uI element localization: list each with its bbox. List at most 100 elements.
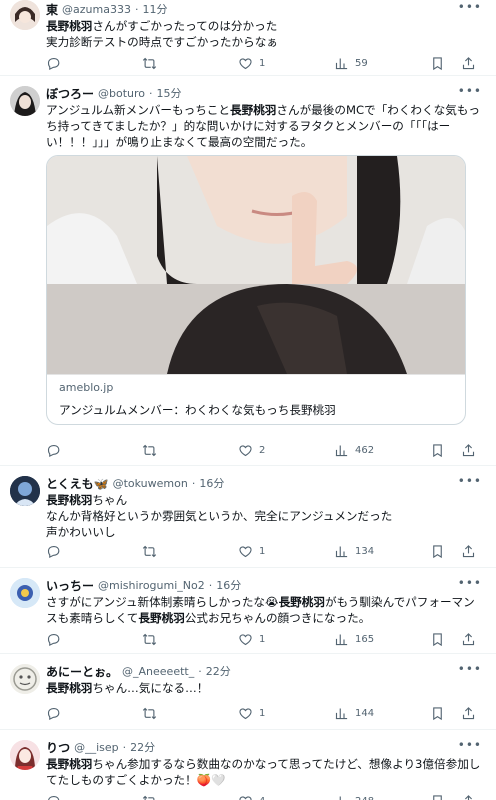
reply-button[interactable] (46, 443, 142, 458)
highlighted-keyword: 長野桃羽 (230, 103, 277, 117)
share-icon (462, 632, 475, 645)
timestamp[interactable]: 22分 (130, 739, 155, 755)
timestamp[interactable]: 11分 (142, 1, 167, 17)
bookmark-button[interactable] (430, 706, 460, 721)
share-button[interactable] (461, 544, 482, 559)
avatar[interactable] (10, 664, 40, 694)
user-handle[interactable]: @mishirogumi_No2 (98, 579, 205, 592)
tweet[interactable]: 東 @azuma333 · 11分 ••• 長野桃羽さんがすごかったってのは分か… (0, 0, 496, 76)
retweet-button[interactable] (142, 443, 238, 458)
bookmark-icon (433, 56, 442, 70)
link-card[interactable]: ameblo.jp アンジュルムメンバー：わくわくな気もっち長野桃羽 (46, 155, 466, 425)
tweet-text-segment: アンジュルム新メンバーもっちこと (46, 103, 230, 117)
tweet-header: いっちー @mishirogumi_No2 · 16分 (46, 576, 482, 594)
retweet-button[interactable] (142, 632, 238, 647)
more-options-icon[interactable]: ••• (458, 0, 482, 14)
tweet[interactable]: りつ @__isep · 22分 ••• 長野桃羽ちゃん参加するなら数曲なのかな… (0, 730, 496, 800)
user-handle[interactable]: @_Aneeeett_ (122, 665, 194, 678)
bookmark-button[interactable] (430, 56, 460, 71)
tweet-text: 長野桃羽ちゃん参加するなら数曲なのかなって思ってたけど、想像より3億倍参加してた… (46, 756, 482, 788)
user-handle[interactable]: @__isep (74, 741, 119, 754)
display-name[interactable]: ぼつろー (46, 85, 94, 102)
share-button[interactable] (461, 794, 482, 800)
retweet-button[interactable] (142, 56, 238, 71)
view-count: 144 (355, 707, 375, 719)
view-count: 59 (355, 57, 368, 69)
like-button[interactable]: 1 (238, 706, 334, 721)
tweet-header: あにーとぉ。 @_Aneeeett_ · 22分 (46, 662, 482, 680)
user-handle[interactable]: @boturo (98, 87, 145, 100)
share-button[interactable] (461, 632, 482, 647)
retweet-icon (142, 633, 157, 645)
share-button[interactable] (461, 56, 482, 71)
like-button[interactable]: 1 (238, 632, 334, 647)
separator-dot: · (198, 664, 202, 678)
display-name[interactable]: 東 (46, 1, 58, 18)
bookmark-button[interactable] (430, 443, 460, 458)
bookmark-icon (433, 632, 442, 646)
bookmark-button[interactable] (430, 544, 460, 559)
display-name[interactable]: とくえも🦋 (46, 475, 109, 492)
share-button[interactable] (461, 443, 482, 458)
reply-button[interactable] (46, 56, 142, 71)
more-options-icon[interactable]: ••• (458, 84, 482, 98)
reply-icon (47, 545, 60, 558)
views-button[interactable]: 165 (334, 632, 430, 647)
like-button[interactable]: 2 (238, 443, 334, 458)
timestamp[interactable]: 15分 (157, 85, 182, 101)
tweet-text: さすがにアンジュ新体制素晴らしかったな😭長野桃羽がもう馴染んでパフォーマンスも素… (46, 594, 482, 626)
avatar[interactable] (10, 740, 40, 770)
more-options-icon[interactable]: ••• (458, 738, 482, 752)
reply-button[interactable] (46, 544, 142, 559)
more-options-icon[interactable]: ••• (458, 474, 482, 488)
timestamp[interactable]: 16分 (216, 577, 241, 593)
avatar[interactable] (10, 86, 40, 116)
timestamp[interactable]: 16分 (199, 475, 224, 491)
views-button[interactable]: 144 (334, 706, 430, 721)
view-count: 134 (355, 545, 375, 557)
reply-icon (47, 795, 60, 800)
retweet-button[interactable] (142, 544, 238, 559)
views-button[interactable]: 462 (334, 443, 430, 458)
reply-icon (47, 707, 60, 720)
display-name[interactable]: いっちー (46, 577, 94, 594)
timestamp[interactable]: 22分 (206, 663, 231, 679)
heart-icon (239, 633, 252, 645)
views-button[interactable]: 248 (334, 794, 430, 800)
tweet-text: 長野桃羽さんがすごかったってのは分かった 実力診断テストの時点ですごかったからなぁ (46, 18, 482, 50)
tweet-text: 長野桃羽ちゃん なんか背格好というか雰囲気というか、完全にアンジュメンだった 声かわ… (46, 492, 482, 540)
more-options-icon[interactable]: ••• (458, 662, 482, 676)
highlighted-keyword: 長野桃羽 (46, 493, 93, 507)
reply-icon (47, 57, 60, 70)
like-button[interactable]: 4 (238, 794, 334, 800)
like-button[interactable]: 1 (238, 544, 334, 559)
views-button[interactable]: 59 (334, 56, 430, 71)
display-name[interactable]: りつ (46, 739, 70, 756)
tweet[interactable]: とくえも🦋 @tokuwemon · 16分 ••• 長野桃羽ちゃん なんか背格好… (0, 466, 496, 568)
more-options-icon[interactable]: ••• (458, 576, 482, 590)
reply-button[interactable] (46, 632, 142, 647)
retweet-button[interactable] (142, 706, 238, 721)
user-handle[interactable]: @azuma333 (62, 3, 131, 16)
bookmark-button[interactable] (430, 794, 460, 800)
reply-icon (47, 444, 60, 457)
retweet-button[interactable] (142, 794, 238, 800)
display-name[interactable]: あにーとぉ。 (46, 663, 118, 680)
tweet-actions: 1 144 (46, 704, 482, 722)
avatar[interactable] (10, 578, 40, 608)
bookmark-button[interactable] (430, 632, 460, 647)
reply-button[interactable] (46, 706, 142, 721)
user-handle[interactable]: @tokuwemon (113, 477, 188, 490)
tweet[interactable]: あにーとぉ。 @_Aneeeett_ · 22分 ••• 長野桃羽ちゃん…気にな… (0, 654, 496, 730)
avatar[interactable] (10, 0, 40, 30)
tweet-text-segment: さすがにアンジュ新体制素晴らしかったな😭 (46, 595, 279, 609)
tweet[interactable]: ぼつろー @boturo · 15分 ••• アンジュルム新メンバーもっちこと長… (0, 76, 496, 466)
retweet-icon (142, 444, 157, 456)
avatar[interactable] (10, 476, 40, 506)
views-button[interactable]: 134 (334, 544, 430, 559)
reply-button[interactable] (46, 794, 142, 800)
view-count: 248 (355, 796, 374, 800)
like-button[interactable]: 1 (238, 56, 334, 71)
share-button[interactable] (461, 706, 482, 721)
tweet[interactable]: いっちー @mishirogumi_No2 · 16分 ••• さすがにアンジュ… (0, 568, 496, 654)
